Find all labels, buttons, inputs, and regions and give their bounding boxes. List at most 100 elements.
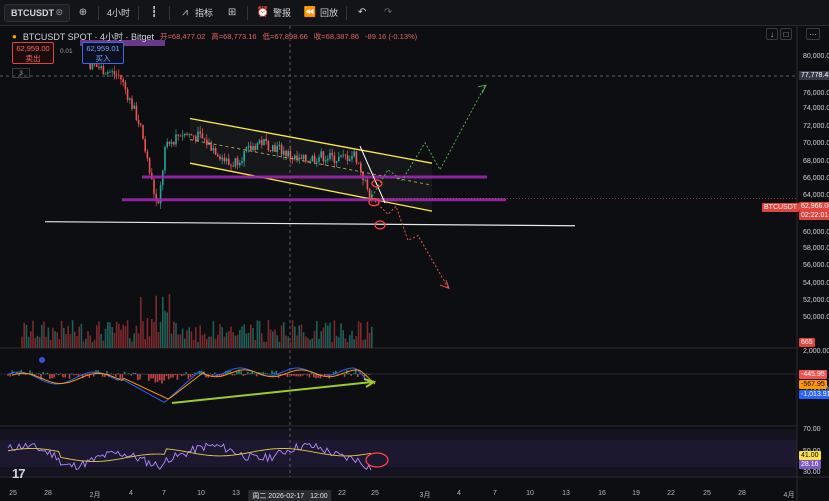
volume-bar xyxy=(236,334,239,348)
volume-bar xyxy=(58,339,61,348)
macd-histogram-bar xyxy=(251,371,253,375)
legend-open: 开=68,477.02 xyxy=(160,32,206,41)
macd-histogram-bar xyxy=(64,374,66,378)
macd-histogram-bar xyxy=(295,374,297,377)
fullscreen-icon[interactable]: □ xyxy=(780,28,792,40)
chart-area[interactable]: ● BTCUSDT SPOT · 4小时 · Bitget 开=68,477.0… xyxy=(0,26,829,501)
trading-app: BTCUSDT ⊙ ⊕ 4小时 ┇ ⩘ 指标 ⊞ ⏰ 警报 ⏪ 回放 ↶ ↷ ●… xyxy=(0,0,829,501)
indicators-button[interactable]: ⩘ 指标 xyxy=(172,0,219,26)
macd-histogram-bar xyxy=(106,371,108,375)
redo-button[interactable]: ↷ xyxy=(375,0,401,26)
volume-bar xyxy=(265,341,267,348)
macd-settings-icon xyxy=(39,357,45,363)
volume-bar xyxy=(89,335,91,348)
price-axis-label: 50,000.00 xyxy=(803,314,829,321)
candle-body xyxy=(113,71,116,75)
more-icon[interactable]: ⋯ xyxy=(806,28,820,40)
macd-histogram-bar xyxy=(49,374,51,379)
candle-body xyxy=(133,105,135,109)
macd-histogram-bar xyxy=(46,372,49,375)
volume-bar xyxy=(320,331,322,348)
chart-type-button[interactable]: ┇ xyxy=(141,0,167,26)
buy-label: 买入 xyxy=(95,54,111,63)
macd-histogram-bar xyxy=(57,374,60,376)
buy-button[interactable]: 62,959.01 买入 xyxy=(82,42,124,64)
volume-bar xyxy=(76,336,78,348)
volume-bar xyxy=(168,294,171,348)
volume-bar xyxy=(144,338,146,348)
divider xyxy=(247,5,249,20)
download-icon[interactable]: ↓ xyxy=(766,28,778,40)
price-axis-label: 58,000.00 xyxy=(803,245,829,252)
macd-histogram-bar xyxy=(249,373,251,375)
candle-body xyxy=(146,151,149,159)
macd-histogram-bar xyxy=(73,374,75,376)
volume-bar xyxy=(206,338,208,348)
price-axis-label: 76,000.00 xyxy=(803,90,829,97)
tradingview-logo-icon: 17 xyxy=(12,466,26,481)
symbol-search[interactable]: BTCUSDT ⊙ xyxy=(4,3,70,22)
undo-button[interactable]: ↶ xyxy=(349,0,375,26)
volume-bar xyxy=(49,340,52,348)
candle-body xyxy=(124,82,127,90)
divider xyxy=(98,5,99,20)
replay-button[interactable]: ⏪ 回放 xyxy=(297,0,344,26)
layout-button[interactable]: ⊞ xyxy=(219,0,245,26)
volume-bar xyxy=(30,331,32,348)
divider xyxy=(346,5,348,20)
alert-button[interactable]: ⏰ 警报 xyxy=(250,0,297,26)
candle-body xyxy=(168,141,171,144)
volume-bar xyxy=(221,327,223,348)
macd-histogram-bar xyxy=(31,372,33,375)
volume-bar xyxy=(184,338,186,348)
macd-histogram-bar xyxy=(255,374,258,377)
chart-canvas[interactable] xyxy=(0,26,829,501)
macd-histogram-bar xyxy=(183,374,185,376)
candle-body xyxy=(166,141,168,148)
macd-histogram-bar xyxy=(214,372,216,375)
macd-histogram-bar xyxy=(176,374,179,380)
volume-bar xyxy=(329,322,331,348)
candle-body xyxy=(126,89,129,100)
add-symbol-button[interactable]: ⊕ xyxy=(70,0,96,26)
volume-bar xyxy=(318,338,320,348)
candle-body xyxy=(175,134,177,145)
volume-bar xyxy=(155,295,157,348)
time-axis-label: 4 xyxy=(457,490,461,497)
volume-bar xyxy=(109,322,111,348)
macd-histogram-bar xyxy=(178,374,181,375)
volume-bar xyxy=(344,338,347,348)
macd-histogram-bar xyxy=(240,371,242,375)
macd-histogram-bar xyxy=(302,374,304,376)
macd-histogram-bar xyxy=(253,373,256,375)
time-axis-label: 3月 xyxy=(419,492,431,499)
time-axis-label: 22 xyxy=(667,490,675,497)
candle-body xyxy=(107,71,109,74)
price-axis-label: 52,000.00 xyxy=(803,297,829,304)
volume-bar xyxy=(43,321,45,348)
volume-bar xyxy=(135,325,138,348)
sell-button[interactable]: 62,959.00 卖出 xyxy=(12,42,54,64)
volume-bar xyxy=(85,338,87,348)
legend-collapse-button[interactable]: 3 xyxy=(12,68,30,78)
interval-button[interactable]: 4小时 xyxy=(101,0,136,26)
macd-histogram-bar xyxy=(18,374,20,376)
candle-body xyxy=(120,75,122,80)
macd-histogram-bar xyxy=(181,374,183,377)
volume-bar xyxy=(252,328,254,348)
candle-body xyxy=(170,141,173,144)
candle-body xyxy=(137,119,140,124)
candle-body xyxy=(131,98,133,109)
macd-histogram-bar xyxy=(313,374,315,378)
volume-bar xyxy=(120,329,122,348)
macd-histogram-bar xyxy=(93,374,95,377)
macd-histogram-bar xyxy=(159,374,161,381)
macd-histogram-bar xyxy=(9,374,11,377)
volume-bar xyxy=(181,328,184,348)
alert-label: 警报 xyxy=(273,8,292,18)
volume-bar xyxy=(45,336,47,348)
candle-body xyxy=(144,138,146,152)
volume-bar xyxy=(362,340,364,348)
volume-bar xyxy=(228,331,230,348)
volume-bar xyxy=(179,334,182,348)
